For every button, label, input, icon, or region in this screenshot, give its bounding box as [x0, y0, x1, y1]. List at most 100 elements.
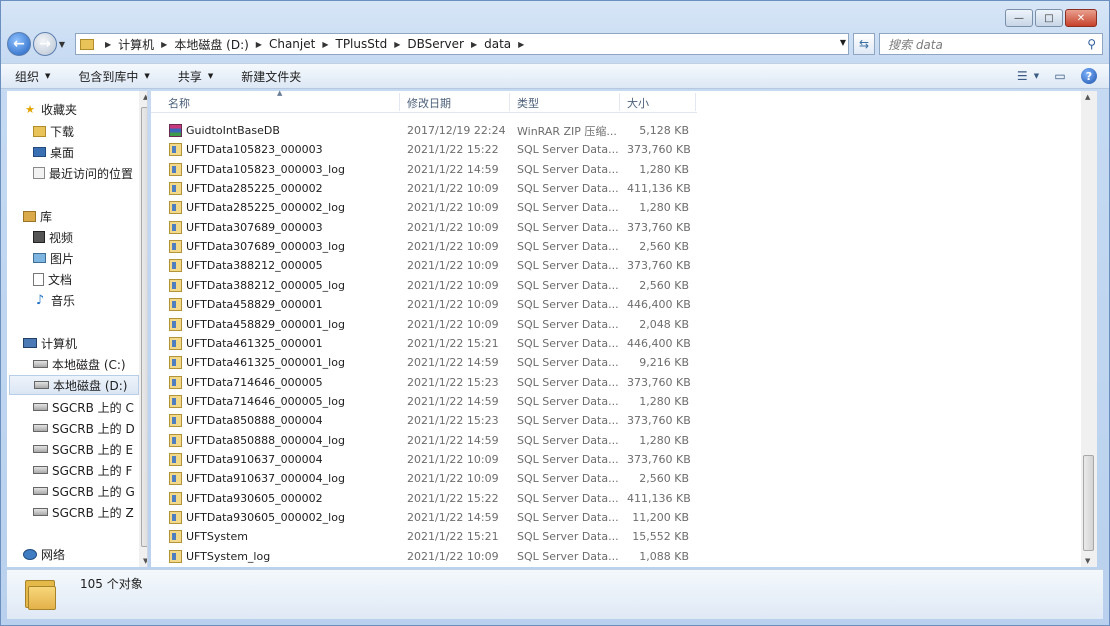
column-header-size[interactable]: 大小 [627, 95, 649, 111]
chevron-right-icon[interactable]: ▶ [468, 40, 480, 49]
back-arrow-icon: ← [13, 36, 25, 52]
breadcrumb-dbserver[interactable]: DBServer ▶ [403, 37, 480, 51]
file-row[interactable]: UFTData850888_000004 2021/1/22 15:23 SQL S… [151, 411, 697, 430]
scrollbar-thumb[interactable] [141, 107, 147, 547]
file-modified-date: 2021/1/22 10:09 [407, 472, 499, 486]
file-list-scrollbar[interactable]: ▲ ▼ [1081, 91, 1097, 567]
chevron-right-icon[interactable]: ▶ [253, 40, 265, 49]
scroll-up-icon[interactable]: ▲ [1085, 93, 1090, 101]
file-row[interactable]: UFTData461325_000001_log 2021/1/22 14:59 S… [151, 353, 697, 372]
nav-computer[interactable]: 计算机 [23, 333, 147, 353]
nav-network-drive-g[interactable]: SGCRB 上的 G [33, 481, 147, 501]
forward-button[interactable]: → [33, 32, 57, 56]
chevron-right-icon[interactable]: ▶ [158, 40, 170, 49]
file-row[interactable]: UFTData307689_000003_log 2021/1/22 10:09 S… [151, 237, 697, 256]
nav-pictures[interactable]: 图片 [33, 248, 147, 268]
breadcrumb-computer[interactable]: 计算机 ▶ [114, 36, 170, 53]
refresh-button[interactable]: ⇆ [853, 33, 875, 55]
nav-network-drive-e[interactable]: SGCRB 上的 E [33, 439, 147, 459]
column-header-type[interactable]: 类型 [517, 95, 539, 111]
back-button[interactable]: ← [7, 32, 31, 56]
breadcrumb-drive-d[interactable]: 本地磁盘 (D:) ▶ [170, 36, 265, 53]
file-row[interactable]: UFTSystem_log 2021/1/22 10:09 SQL Server D… [151, 547, 697, 566]
column-divider[interactable] [695, 93, 696, 111]
file-row[interactable]: UFTData105823_000003 2021/1/22 15:22 SQL S… [151, 140, 697, 159]
breadcrumb-chanjet[interactable]: Chanjet ▶ [265, 37, 332, 51]
nav-drive-d[interactable]: 本地磁盘 (D:) [9, 375, 139, 395]
nav-downloads[interactable]: 下载 [33, 121, 147, 141]
search-placeholder: 搜索 data [888, 37, 943, 52]
recent-pages-dropdown[interactable]: ▼ [57, 40, 67, 49]
scroll-down-icon[interactable]: ▼ [1085, 557, 1090, 565]
nav-music[interactable]: ♪ 音乐 [33, 290, 147, 310]
include-in-library-menu[interactable]: 包含到库中 ▼ [64, 68, 163, 85]
new-folder-button[interactable]: 新建文件夹 [227, 68, 315, 85]
file-row[interactable]: UFTData850888_000004_log 2021/1/22 14:59 S… [151, 431, 697, 450]
search-input[interactable]: 搜索 data ⚲ [879, 33, 1103, 55]
nav-videos[interactable]: 视频 [33, 227, 147, 247]
column-divider[interactable] [619, 93, 620, 111]
navigation-scrollbar[interactable]: ▲ ▼ [139, 91, 147, 567]
nav-libraries[interactable]: 库 [23, 206, 147, 226]
nav-network[interactable]: 网络 [23, 544, 147, 564]
file-row[interactable]: UFTData910637_000004 2021/1/22 10:09 SQL S… [151, 450, 697, 469]
column-divider[interactable] [509, 93, 510, 111]
file-row[interactable]: GuidtoIntBaseDB 2017/12/19 22:24 WinRAR ZI… [151, 121, 697, 140]
file-row[interactable]: UFTData388212_000005_log 2021/1/22 10:09 S… [151, 276, 697, 295]
nav-drive-c[interactable]: 本地磁盘 (C:) [33, 354, 147, 374]
view-options-button[interactable]: ☰ ▼ [1017, 67, 1039, 85]
scroll-up-icon[interactable]: ▲ [143, 93, 147, 101]
chevron-right-icon[interactable]: ▶ [391, 40, 403, 49]
nav-favorites[interactable]: ★ 收藏夹 [23, 99, 147, 119]
chevron-right-icon[interactable]: ▶ [515, 40, 527, 49]
breadcrumb-data[interactable]: data ▶ [480, 37, 527, 51]
share-menu[interactable]: 共享 ▼ [164, 68, 227, 85]
nav-network-drive-d[interactable]: SGCRB 上的 D [33, 418, 147, 438]
close-button[interactable]: ✕ [1065, 9, 1097, 27]
file-row[interactable]: UFTData285225_000002 2021/1/22 10:09 SQL S… [151, 179, 697, 198]
minimize-button[interactable]: — [1005, 9, 1033, 27]
column-header-name[interactable]: 名称 [168, 95, 190, 111]
nav-network-drive-f[interactable]: SGCRB 上的 F [33, 460, 147, 480]
file-row[interactable]: UFTSystem 2021/1/22 15:21 SQL Server Data.… [151, 527, 697, 546]
address-bar[interactable]: ▶ 计算机 ▶ 本地磁盘 (D:) ▶ Chanjet ▶ TPlusStd ▶ DBS… [75, 33, 849, 55]
file-row[interactable]: UFTData930605_000002 2021/1/22 15:22 SQL S… [151, 489, 697, 508]
nav-desktop[interactable]: 桌面 [33, 142, 147, 162]
file-row[interactable]: UFTData285225_000002_log 2021/1/22 10:09 S… [151, 198, 697, 217]
file-size: 2,560 KB [639, 278, 689, 292]
column-divider[interactable] [399, 93, 400, 111]
star-icon: ★ [25, 102, 35, 116]
scrollbar-thumb[interactable] [1083, 455, 1094, 551]
address-history-dropdown[interactable]: ▼ [840, 38, 846, 47]
chevron-right-icon[interactable]: ▶ [319, 40, 331, 49]
preview-pane-button[interactable]: ▭ [1049, 67, 1071, 85]
file-row[interactable]: UFTData930605_000002_log 2021/1/22 14:59 S… [151, 508, 697, 527]
navigation-pane[interactable]: ★ 收藏夹 下载 桌面 最近访问的位置 库 视频 图片 文档 ♪ 音乐 计算机 本地… [7, 91, 148, 567]
scroll-down-icon[interactable]: ▼ [143, 557, 147, 565]
sql-data-file-icon [169, 240, 182, 254]
file-row[interactable]: UFTData458829_000001_log 2021/1/22 10:09 S… [151, 315, 697, 334]
file-row[interactable]: UFTData307689_000003 2021/1/22 10:09 SQL S… [151, 218, 697, 237]
file-row[interactable]: UFTData458829_000001 2021/1/22 10:09 SQL S… [151, 295, 697, 314]
file-type: SQL Server Data... [517, 394, 619, 408]
file-row[interactable]: UFTData105823_000003_log 2021/1/22 14:59 S… [151, 160, 697, 179]
organize-menu[interactable]: 组织 ▼ [1, 68, 64, 85]
file-row[interactable]: UFTData910637_000004_log 2021/1/22 10:09 S… [151, 469, 697, 488]
file-size: 373,760 KB [627, 143, 691, 157]
breadcrumb-tplusstd[interactable]: TPlusStd ▶ [331, 37, 403, 51]
file-row[interactable]: UFTData461325_000001 2021/1/22 15:21 SQL S… [151, 334, 697, 353]
help-icon[interactable]: ? [1081, 68, 1097, 84]
chevron-right-icon[interactable]: ▶ [102, 40, 114, 49]
column-header-modified[interactable]: 修改日期 [407, 95, 451, 111]
nav-recent-places[interactable]: 最近访问的位置 [33, 163, 147, 183]
nav-network-drive-c[interactable]: SGCRB 上的 C [33, 397, 147, 417]
file-row[interactable]: UFTData714646_000005 2021/1/22 15:23 SQL S… [151, 373, 697, 392]
file-row[interactable]: UFTData388212_000005 2021/1/22 10:09 SQL S… [151, 256, 697, 275]
nav-documents[interactable]: 文档 [33, 269, 147, 289]
file-type: SQL Server Data... [517, 201, 619, 215]
nav-network-drive-z[interactable]: SGCRB 上的 Z [33, 502, 147, 522]
file-row[interactable]: UFTData714646_000005_log 2021/1/22 14:59 S… [151, 392, 697, 411]
maximize-button[interactable]: □ [1035, 9, 1063, 27]
file-list[interactable]: ▲ 名称 修改日期 类型 大小 GuidtoIntBaseDB 2017/12/1… [151, 89, 1097, 567]
search-icon[interactable]: ⚲ [1087, 37, 1096, 51]
